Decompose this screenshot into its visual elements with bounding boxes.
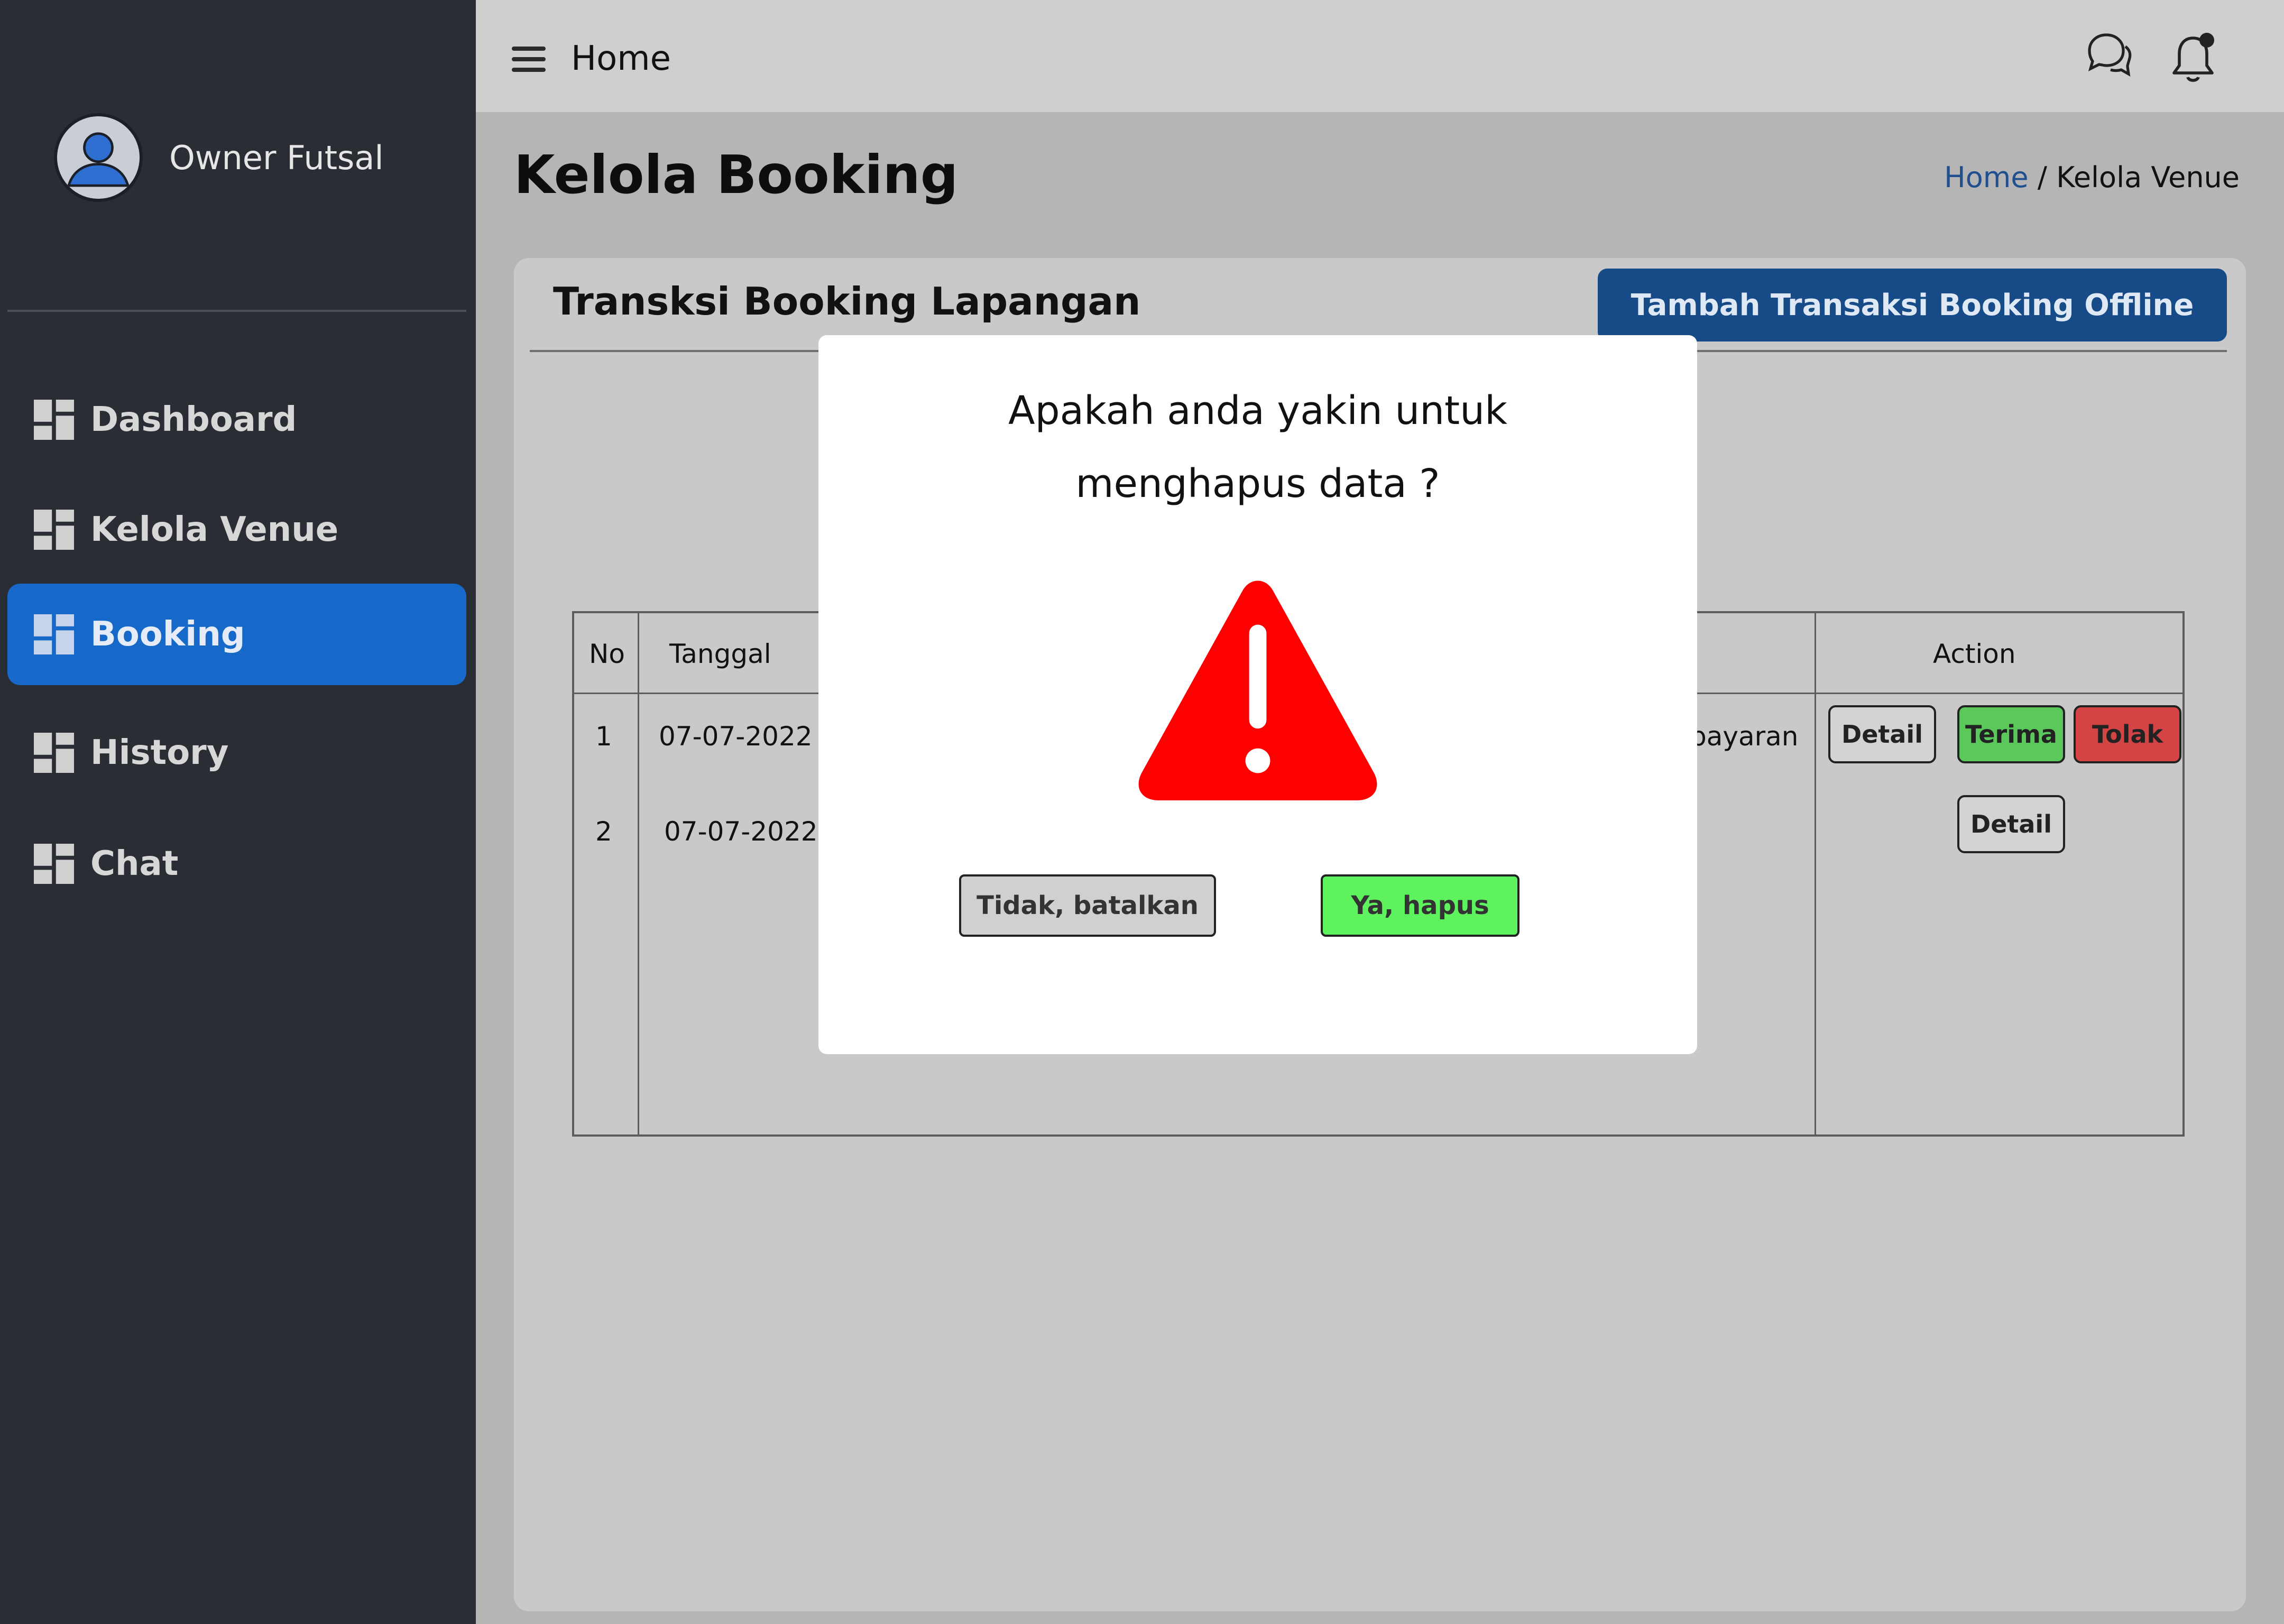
cell-tanggal: 07-07-2022 [659, 721, 813, 752]
avatar[interactable] [54, 113, 143, 202]
table-header-tanggal: Tanggal [669, 639, 771, 669]
sidebar-item-label: Kelola Venue [90, 510, 339, 549]
sidebar-item-booking[interactable]: Booking [7, 584, 466, 685]
reject-button[interactable]: Tolak [2074, 705, 2181, 763]
delete-confirm-dialog: Apakah anda yakin untuk menghapus data ?… [818, 335, 1697, 1054]
page-title: Kelola Booking [514, 144, 959, 206]
cancel-button[interactable]: Tidak, batalkan [959, 874, 1216, 937]
dashboard-icon [34, 844, 74, 884]
sidebar-item-label: History [90, 733, 229, 772]
dialog-question-line1: Apakah anda yakin untuk [1008, 388, 1507, 433]
sidebar-divider [7, 310, 466, 312]
confirm-delete-button[interactable]: Ya, hapus [1321, 874, 1519, 937]
sidebar-item-label: Chat [90, 844, 179, 883]
breadcrumb-current: Kelola Venue [2056, 161, 2240, 194]
menu-icon[interactable] [512, 47, 546, 72]
chat-icon[interactable] [2083, 30, 2134, 80]
breadcrumb-home-link[interactable]: Home [1944, 161, 2028, 194]
sidebar-item-history[interactable]: History [7, 702, 466, 804]
dashboard-icon [34, 733, 74, 773]
dialog-question-line2: menghapus data ? [1075, 461, 1440, 506]
bell-icon[interactable] [2168, 30, 2218, 88]
accept-button[interactable]: Terima [1957, 705, 2065, 763]
cell-tanggal: 07-07-2022 [664, 816, 818, 847]
sidebar-item-label: Booking [90, 615, 245, 654]
detail-button[interactable]: Detail [1957, 795, 2065, 853]
sidebar-item-chat[interactable]: Chat [7, 813, 466, 915]
breadcrumb-separator: / [2037, 161, 2047, 194]
breadcrumb: Home / Kelola Venue [1944, 161, 2240, 194]
topbar-title: Home [571, 39, 671, 78]
top-bar: Home [476, 0, 2284, 112]
user-icon [57, 116, 140, 199]
sidebar-item-dashboard[interactable]: Dashboard [7, 369, 466, 470]
table-header-no: No [589, 639, 625, 669]
warning-icon [1138, 580, 1377, 800]
cell-payment-status: payaran [1690, 721, 1799, 752]
card-title: Transksi Booking Lapangan [553, 279, 1141, 324]
add-offline-booking-button[interactable]: Tambah Transaksi Booking Offline [1598, 269, 2227, 342]
column-divider [638, 613, 639, 1134]
dashboard-icon [34, 510, 74, 550]
sidebar-item-kelola-venue[interactable]: Kelola Venue [7, 479, 466, 580]
detail-button[interactable]: Detail [1828, 705, 1936, 763]
cell-no: 2 [595, 816, 612, 847]
dashboard-icon [34, 614, 74, 654]
table-header-action: Action [1933, 639, 2016, 669]
cell-no: 1 [595, 721, 612, 752]
user-name: Owner Futsal [169, 139, 384, 177]
sidebar-item-label: Dashboard [90, 400, 297, 439]
column-divider [1815, 613, 1816, 1134]
sidebar: Owner Futsal Dashboard Kelola Venue Book… [0, 0, 476, 1624]
dashboard-icon [34, 400, 74, 440]
